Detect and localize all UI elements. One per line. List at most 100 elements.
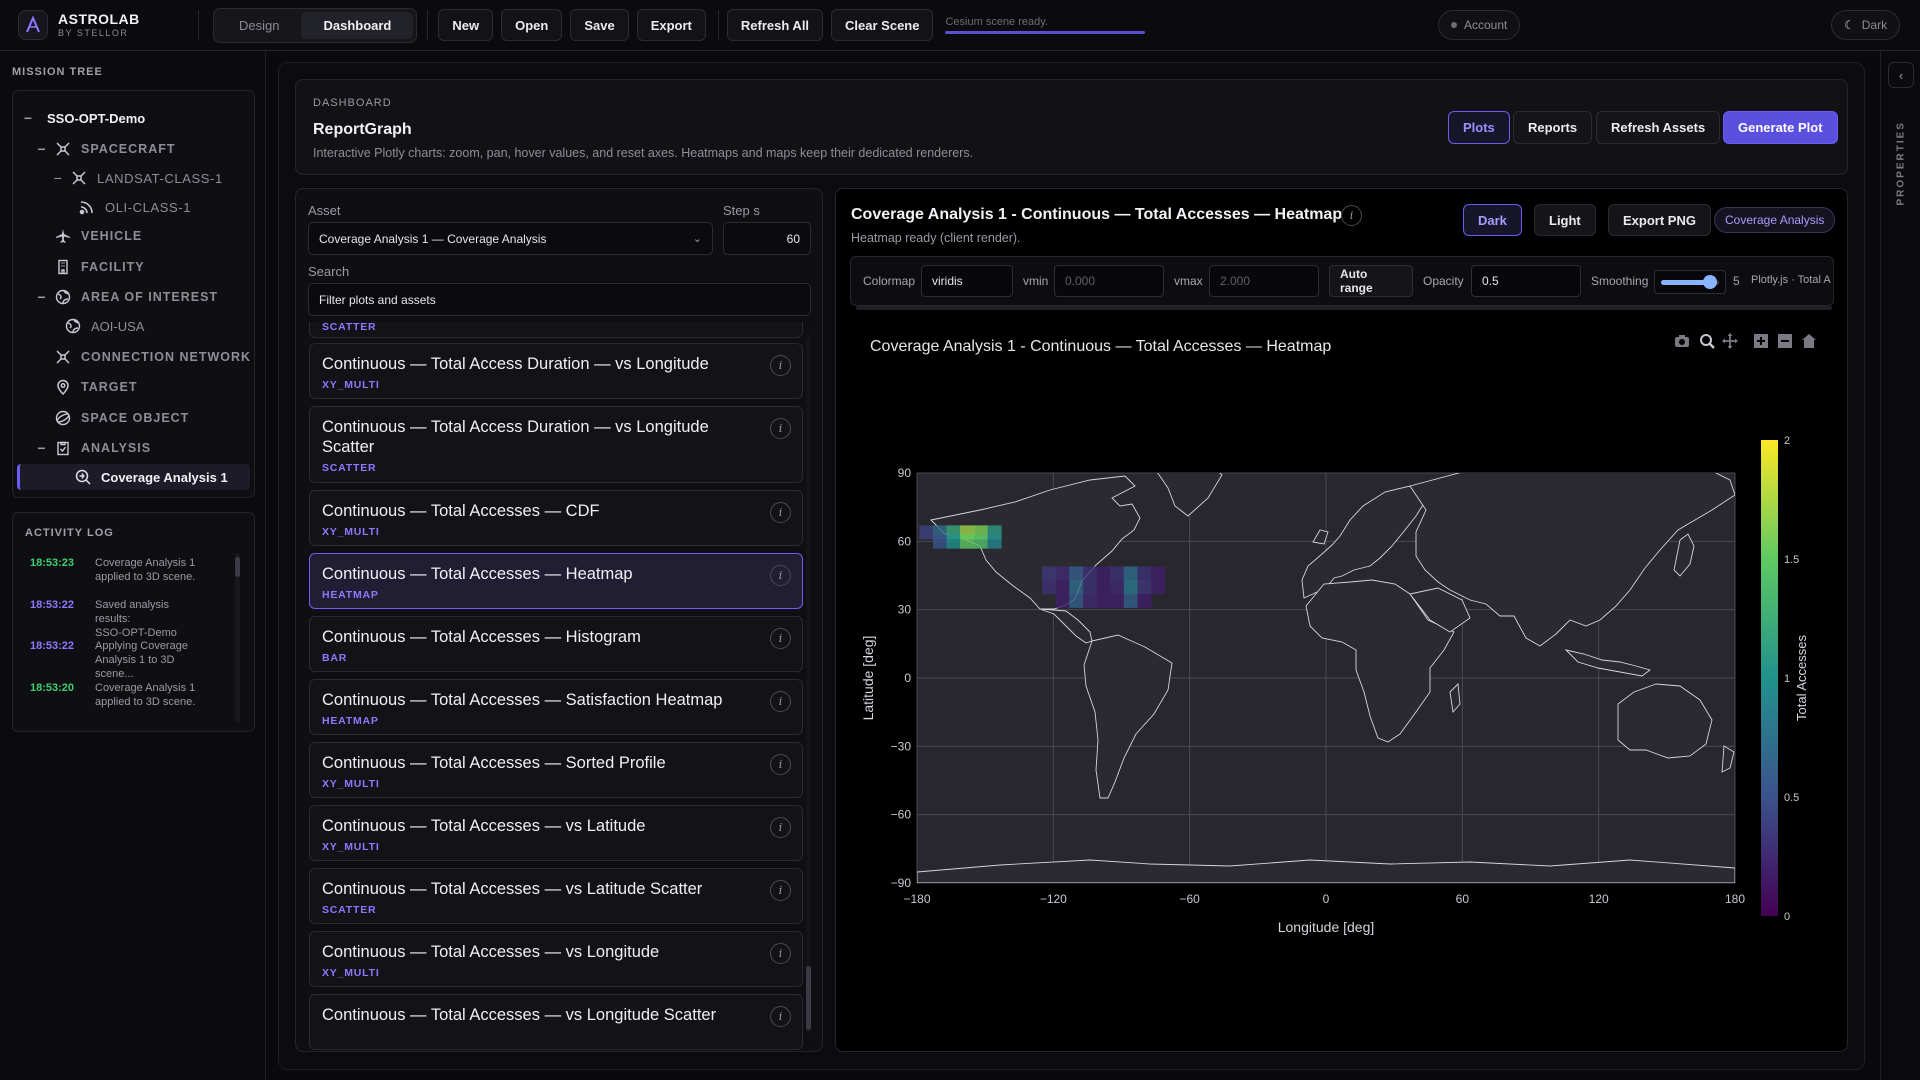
heatmap-cell[interactable] (1055, 593, 1070, 608)
opacity-input[interactable]: 0.5 (1471, 265, 1581, 297)
new-button[interactable]: New (438, 9, 494, 41)
info-icon[interactable]: i (770, 565, 791, 586)
account-button[interactable]: Account (1438, 10, 1521, 40)
list-item[interactable]: Continuous — Total Accesses — Sorted Pro… (309, 742, 803, 798)
tree-connection[interactable]: CONNECTION NETWORK (55, 344, 251, 370)
heatmap-cell[interactable] (973, 534, 988, 549)
info-icon[interactable]: i (770, 502, 791, 523)
tree-oli[interactable]: OLI-CLASS-1 (79, 194, 191, 220)
list-item[interactable]: Continuous — Total Accesses — vs Latitud… (309, 868, 803, 924)
heatmap-cell[interactable] (1151, 580, 1166, 595)
asset-select[interactable]: Coverage Analysis 1 — Coverage Analysis … (308, 222, 713, 255)
heatmap-cell[interactable] (1110, 566, 1125, 581)
smoothing-slider[interactable] (1654, 270, 1726, 294)
slider-thumb[interactable] (1703, 275, 1717, 289)
clear-scene-button[interactable]: Clear Scene (831, 9, 934, 41)
tree-vehicle[interactable]: VEHICLE (55, 223, 142, 249)
list-item[interactable]: Continuous — Total Access Duration — vs … (309, 343, 803, 399)
info-icon[interactable]: i (770, 880, 791, 901)
heatmap-cell[interactable] (1137, 580, 1152, 595)
info-icon[interactable]: i (770, 628, 791, 649)
list-scrollbar-thumb[interactable] (806, 966, 811, 1030)
list-scrollbar[interactable] (806, 334, 811, 1034)
export-png-button[interactable]: Export PNG (1608, 204, 1711, 236)
tree-analysis[interactable]: − ANALYSIS (35, 435, 151, 461)
refresh-all-button[interactable]: Refresh All (726, 9, 824, 41)
vmin-input[interactable]: 0.000 (1054, 265, 1164, 297)
list-item-selected[interactable]: Continuous — Total Accesses — Heatmap HE… (309, 553, 803, 609)
step-input[interactable]: 60 (723, 222, 811, 255)
tree-facility[interactable]: FACILITY (55, 254, 145, 280)
heatmap-cell[interactable] (960, 534, 975, 549)
heatmap-cell[interactable] (1055, 580, 1070, 595)
heatmap-cell[interactable] (1123, 566, 1138, 581)
heatmap-cell[interactable] (1110, 593, 1125, 608)
heatmap-cell[interactable] (1041, 566, 1057, 581)
heatmap-cell[interactable] (1069, 580, 1084, 595)
heatmap-cell[interactable] (987, 534, 1002, 549)
reports-button[interactable]: Reports (1513, 111, 1593, 144)
theme-toggle[interactable]: ☾ Dark (1831, 10, 1901, 40)
collapse-icon[interactable]: − (35, 289, 49, 305)
export-button[interactable]: Export (636, 9, 706, 41)
vmax-input[interactable]: 2.000 (1209, 265, 1319, 297)
heatmap-cell[interactable] (1137, 566, 1152, 581)
tree-space-object[interactable]: SPACE OBJECT (55, 405, 189, 431)
tree-target[interactable]: TARGET (55, 374, 137, 400)
info-icon[interactable]: i (770, 817, 791, 838)
list-item[interactable]: SCATTER (309, 322, 803, 338)
heatmap-cell[interactable] (919, 525, 934, 540)
log-scrollbar[interactable] (235, 553, 240, 723)
heatmap-cell[interactable] (1110, 580, 1125, 595)
light-theme-button[interactable]: Light (1534, 204, 1596, 236)
heatmap-cell[interactable] (1151, 566, 1166, 581)
info-icon[interactable]: i (770, 355, 791, 376)
generate-plot-button[interactable]: Generate Plot (1723, 111, 1838, 144)
heatmap-cell[interactable] (1096, 593, 1111, 608)
zoom-in-icon[interactable] (1754, 334, 1768, 348)
tree-spacecraft[interactable]: − SPACECRAFT (35, 136, 176, 162)
auto-range-button[interactable]: Auto range (1329, 265, 1413, 297)
info-icon[interactable]: i (770, 1006, 791, 1027)
heatmap-cell[interactable] (1069, 566, 1084, 581)
info-icon[interactable]: i (770, 418, 791, 439)
mode-dashboard-tab[interactable]: Dashboard (301, 11, 414, 39)
log-scrollbar-thumb[interactable] (235, 557, 240, 577)
refresh-assets-button[interactable]: Refresh Assets (1596, 111, 1721, 144)
save-button[interactable]: Save (570, 9, 629, 41)
heatmap-cell[interactable] (1137, 593, 1152, 608)
heatmap-cell[interactable] (1082, 580, 1098, 595)
heatmap-chart[interactable]: Coverage Analysis 1 - Continuous — Total… (850, 320, 1840, 960)
collapse-icon[interactable]: − (35, 141, 49, 157)
list-item[interactable]: Continuous — Total Accesses — Histogram … (309, 616, 803, 672)
collapse-icon[interactable]: − (21, 110, 35, 126)
collapse-properties-button[interactable]: ‹ (1888, 62, 1914, 88)
plots-button[interactable]: Plots (1448, 111, 1510, 144)
heatmap-cell[interactable] (932, 534, 948, 549)
tree-aoi-usa[interactable]: AOI-USA (65, 313, 144, 339)
list-item[interactable]: Continuous — Total Accesses — vs Latitud… (309, 805, 803, 861)
list-item[interactable]: Continuous — Total Access Duration — vs … (309, 406, 803, 483)
heatmap-cell[interactable] (1096, 566, 1111, 581)
dark-theme-button[interactable]: Dark (1463, 204, 1522, 236)
tree-root[interactable]: − SSO-OPT-Demo (21, 105, 145, 131)
colormap-input[interactable]: viridis (921, 265, 1013, 297)
info-icon[interactable]: i (1341, 205, 1362, 226)
mode-design-tab[interactable]: Design (217, 12, 301, 39)
heatmap-cell[interactable] (1041, 580, 1057, 595)
open-button[interactable]: Open (501, 9, 563, 41)
collapse-icon[interactable]: − (51, 170, 65, 186)
list-item[interactable]: Continuous — Total Accesses — vs Longitu… (309, 931, 803, 987)
heatmap-cell[interactable] (1069, 593, 1084, 608)
info-icon[interactable]: i (770, 691, 791, 712)
heatmap-cell[interactable] (1082, 566, 1098, 581)
collapse-icon[interactable]: − (35, 440, 49, 456)
info-icon[interactable]: i (770, 943, 791, 964)
search-input[interactable]: Filter plots and assets (308, 283, 811, 316)
heatmap-cell[interactable] (1082, 593, 1098, 608)
controls-scrollbar[interactable] (856, 306, 1832, 310)
tree-landsat[interactable]: − LANDSAT-CLASS-1 (51, 165, 223, 191)
tree-aoi[interactable]: − AREA OF INTEREST (35, 284, 218, 310)
heatmap-cell[interactable] (1096, 580, 1111, 595)
heatmap-cell[interactable] (1123, 593, 1138, 608)
